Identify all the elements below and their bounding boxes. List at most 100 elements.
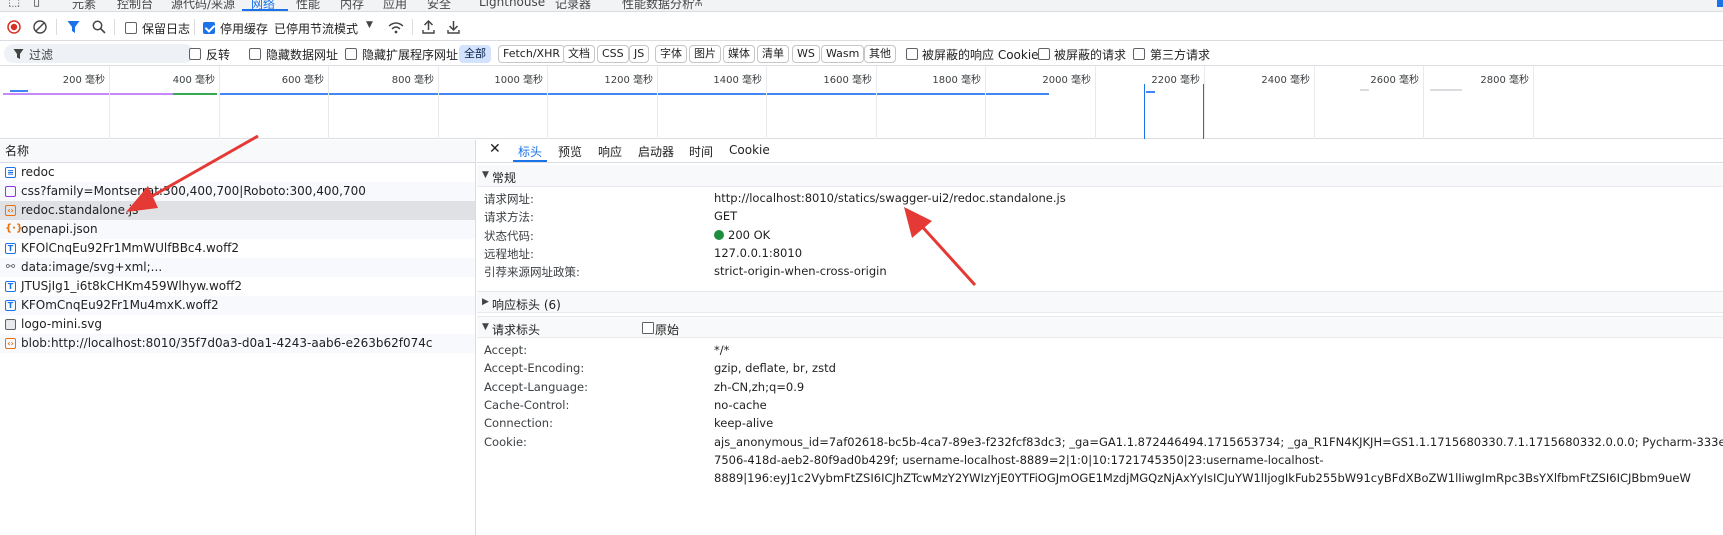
third-party-label: 第三方请求 (1150, 48, 1211, 62)
general-key: 状态代码: (484, 228, 534, 243)
timeline-gridline (1533, 66, 1534, 139)
response-headers-title: 响应标头 (6) (492, 298, 561, 312)
blocked-requests-checkbox[interactable] (1038, 48, 1050, 60)
network-conditions-icon[interactable] (388, 21, 404, 34)
raw-headers-label: 原始 (655, 323, 680, 337)
tab-performance[interactable]: 性能 (296, 0, 320, 11)
tab-response[interactable]: 响应 (598, 143, 622, 160)
raw-headers-checkbox[interactable] (642, 322, 654, 334)
tab-cookies[interactable]: Cookie (729, 143, 770, 157)
invert-checkbox[interactable] (189, 48, 201, 60)
timeline-overview[interactable]: 200 毫秒 400 毫秒 600 毫秒 800 毫秒 1000 毫秒 1200 毫秒 14… (0, 66, 1723, 139)
filter-icon[interactable] (67, 20, 80, 34)
request-row[interactable]: ‹› redoc.standalone.js (0, 201, 475, 220)
request-name: css?family=Montserrat:300,400,700|Roboto… (21, 184, 366, 198)
timeline-gridline (1423, 66, 1424, 139)
inspect-element-icon[interactable]: ⬚ (8, 0, 20, 9)
timeline-gridline (1204, 66, 1205, 139)
request-header-value: */* (714, 343, 730, 357)
type-filter-manifest[interactable]: 清单 (757, 45, 789, 63)
timeline-gridline (109, 66, 110, 139)
active-tab-underline (242, 9, 288, 11)
tab-sources[interactable]: 源代码/来源 (171, 0, 235, 11)
timeline-gridline (985, 66, 986, 139)
type-filter-other[interactable]: 其他 (864, 45, 896, 63)
timeline-tick-label: 600 毫秒 (281, 75, 324, 86)
timeline-tick-label: 400 毫秒 (172, 75, 215, 86)
request-row[interactable]: T KFOmCnqEu92Fr1Mu4mxK.woff2 (0, 296, 475, 315)
request-name: JTUSjIg1_i6t8kCHKm459Wlhyw.woff2 (21, 279, 243, 293)
timeline-gridline (1314, 66, 1315, 139)
timeline-tick-label: 1800 毫秒 (932, 75, 981, 86)
tab-timing[interactable]: 时间 (689, 143, 713, 160)
timeline-gridline (438, 66, 439, 139)
type-filter-font[interactable]: 字体 (655, 45, 687, 63)
general-section-header[interactable]: ▼ 常规 (477, 165, 1723, 187)
request-row[interactable]: css?family=Montserrat:300,400,700|Roboto… (0, 182, 475, 201)
type-filter-js[interactable]: JS (629, 45, 650, 63)
type-filter-css[interactable]: CSS (597, 45, 629, 63)
request-details: ✕ 标头 预览 响应 启动器 时间 Cookie ▼ 常规 请求网址: http:… (477, 140, 1723, 535)
throttling-select[interactable]: 已停用节流模式 (274, 20, 358, 37)
disable-cache-checkbox[interactable] (203, 22, 215, 34)
chevron-down-icon[interactable]: ▼ (366, 20, 373, 30)
export-har-icon[interactable] (447, 20, 460, 34)
blocked-cookies-checkbox[interactable] (906, 48, 918, 60)
name-column-header[interactable]: 名称 (0, 140, 475, 163)
tab-initiator[interactable]: 启动器 (638, 143, 674, 160)
request-row[interactable]: ⚯ data:image/svg+xml;... (0, 258, 475, 277)
filter-icon (13, 49, 24, 59)
third-party-checkbox[interactable] (1133, 48, 1145, 60)
preserve-log-checkbox[interactable] (125, 22, 137, 34)
disable-cache-label: 停用缓存 (220, 22, 269, 36)
json-file-icon: {·} (5, 223, 24, 234)
tab-preview[interactable]: 预览 (558, 143, 582, 160)
filter-input[interactable]: 过滤 (4, 44, 194, 63)
panel-tab-strip: ⬚ ▯ 元素 控制台 源代码/来源 网络 性能 内存 应用 安全 Lightho… (0, 0, 1723, 12)
general-section-title: 常规 (492, 171, 517, 185)
type-filter-all[interactable]: 全部 (459, 45, 491, 63)
clear-icon[interactable] (33, 20, 47, 34)
tab-memory[interactable]: 内存 (340, 0, 364, 11)
device-toolbar-icon[interactable]: ▯ (33, 0, 40, 9)
tab-performance-insights[interactable]: 性能数据分析 (622, 0, 694, 11)
request-headers-section-header[interactable]: ▼ 请求标头 原始 (477, 316, 1723, 338)
filter-placeholder: 过滤 (29, 48, 54, 62)
hide-data-urls-checkbox[interactable] (249, 48, 261, 60)
request-row[interactable]: ≡ redoc (0, 163, 475, 182)
status-code-text: 200 OK (728, 227, 771, 242)
tab-lighthouse[interactable]: Lighthouse (479, 0, 545, 9)
tab-security[interactable]: 安全 (427, 0, 451, 11)
request-row[interactable]: T JTUSjIg1_i6t8kCHKm459Wlhyw.woff2 (0, 277, 475, 296)
tab-console[interactable]: 控制台 (117, 0, 153, 11)
type-filter-doc[interactable]: 文档 (563, 45, 595, 63)
tab-elements[interactable]: 元素 (72, 0, 96, 11)
type-filter-media[interactable]: 媒体 (723, 45, 755, 63)
response-headers-section-header[interactable]: ▶ 响应标头 (6) (477, 291, 1723, 313)
timeline-bar-blob (1430, 89, 1462, 91)
img-file-icon (5, 319, 16, 330)
request-row[interactable]: ‹› blob:http://localhost:8010/35f7d0a3-d0… (0, 334, 475, 353)
tab-headers[interactable]: 标头 (518, 143, 542, 160)
request-row[interactable]: T KFOlCnqEu92Fr1MmWUlfBBc4.woff2 (0, 239, 475, 258)
network-toolbar: 保留日志 停用缓存 已停用节流模式 ▼ (0, 13, 1723, 41)
timeline-tick-label: 1000 毫秒 (494, 75, 543, 86)
type-filter-wasm[interactable]: Wasm (821, 45, 865, 63)
type-filter-img[interactable]: 图片 (689, 45, 721, 63)
request-row[interactable]: {·} openapi.json (0, 220, 475, 239)
tab-application[interactable]: 应用 (383, 0, 407, 11)
request-name: redoc (21, 165, 55, 179)
tab-recorder[interactable]: 记录器 (555, 0, 591, 11)
import-har-icon[interactable] (422, 20, 435, 34)
link-file-icon: ⚯ (5, 260, 16, 273)
type-filter-ws[interactable]: WS (792, 45, 820, 63)
stop-recording-icon[interactable] (7, 20, 21, 34)
search-icon[interactable] (92, 20, 106, 34)
request-row[interactable]: logo-mini.svg (0, 315, 475, 334)
blocked-cookies-label: 被屏蔽的响应 Cookie (922, 48, 1039, 62)
close-icon[interactable]: ✕ (489, 141, 501, 157)
doc-file-icon: ≡ (5, 167, 16, 178)
hide-extension-urls-checkbox[interactable] (345, 48, 357, 60)
font-file-icon: T (5, 281, 16, 292)
type-filter-fetch-xhr[interactable]: Fetch/XHR (498, 45, 565, 63)
